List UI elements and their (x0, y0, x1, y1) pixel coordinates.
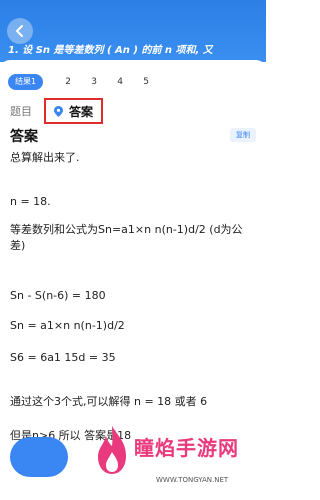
answer-line: 等差数列和公式为Sn=a1×n n(n-1)d/2 (d为公差) (10, 223, 243, 252)
tab-result-3[interactable]: 3 (81, 77, 107, 87)
location-pin-icon (54, 105, 63, 117)
answer-heading: 答案 (10, 129, 38, 145)
header-banner: 1. 设 Sn 是等差数列 ( An ) 的前 n 项和, 又 (0, 0, 266, 62)
copy-button[interactable]: 复制 (230, 128, 256, 142)
answer-line: n = 18. (10, 195, 51, 208)
answer-line: 通过这个3个式,可以解得 n = 18 或者 6 (10, 395, 208, 408)
result-tabs: 结果1 2 3 4 5 (8, 73, 159, 91)
tab-result-2[interactable]: 2 (55, 77, 81, 87)
watermark-title: 瞳焰手游网 (134, 436, 239, 460)
answer-line: S6 = 6a1 15d = 35 (10, 351, 116, 364)
question-tab[interactable]: 题目 (10, 103, 32, 119)
watermark-url: WWW.TONGYAN.NET (156, 476, 229, 484)
answer-line: Sn - S(n-6) = 180 (10, 289, 106, 302)
answer-tab[interactable]: 答案 (44, 98, 104, 124)
tab-result-1[interactable]: 结果1 (8, 74, 44, 90)
answer-line: Sn = a1×n n(n-1)d/2 (10, 319, 125, 332)
question-text: 1. 设 Sn 是等差数列 ( An ) 的前 n 项和, 又 (8, 45, 213, 56)
answer-tab-label: 答案 (69, 104, 94, 119)
chevron-left-icon (16, 25, 23, 37)
site-watermark: 瞳焰手游网 WWW.TONGYAN.NET (94, 420, 266, 500)
flame-logo-icon (98, 426, 126, 474)
tab-result-5[interactable]: 5 (133, 77, 159, 87)
tab-result-4[interactable]: 4 (107, 77, 133, 87)
bottom-action-button[interactable] (10, 437, 68, 477)
answer-line: 总算解出来了. (10, 151, 80, 164)
question-answer-switch: 题目 答案 (10, 98, 104, 124)
